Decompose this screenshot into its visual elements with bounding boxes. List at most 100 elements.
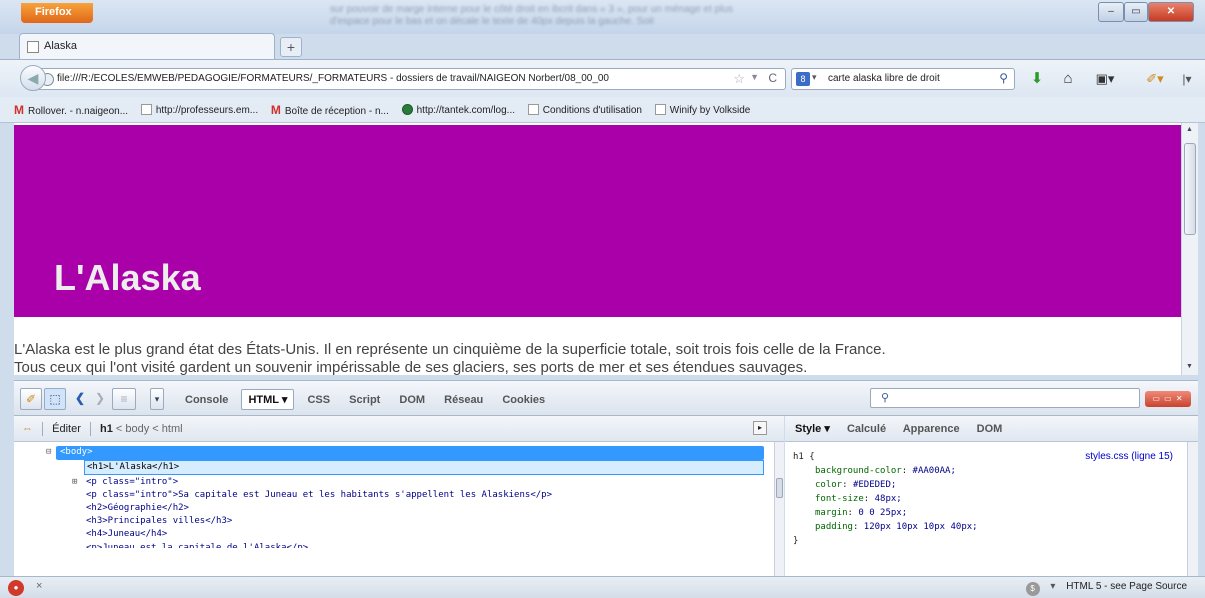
css-source-link[interactable]: styles.css (ligne 15): [1085, 450, 1173, 464]
tree-node-h1[interactable]: <h1>L'Alaska</h1>: [84, 460, 764, 475]
page-icon: [654, 104, 666, 115]
search-icon: ⚲: [881, 392, 890, 404]
background-window-text: sur pouvoir de marge interne pour le côt…: [330, 4, 734, 27]
scroll-down-icon[interactable]: ▼: [1186, 363, 1193, 370]
css-declaration[interactable]: background-color: #AA00AA;: [793, 464, 1183, 478]
tab-dom[interactable]: DOM: [393, 391, 431, 409]
scroll-up-icon[interactable]: ▲: [1186, 126, 1193, 133]
tree-node-body[interactable]: <body>: [56, 446, 764, 460]
search-engine-dropdown-icon[interactable]: ▾: [812, 72, 817, 83]
tab-network[interactable]: Réseau: [438, 391, 489, 409]
dropdown-arrow-icon[interactable]: ▼: [750, 72, 759, 82]
breadcrumb-path[interactable]: < body < html: [113, 423, 183, 435]
inspect-icon[interactable]: ⬚: [44, 388, 66, 410]
dollar-icon[interactable]: $: [1025, 582, 1040, 596]
close-firebug-button[interactable]: ×: [36, 580, 42, 592]
bookmark-item[interactable]: M Rollover. - n.naigeon...: [14, 103, 128, 117]
options-icon[interactable]: ▸: [753, 421, 767, 435]
panel-menu-icon[interactable]: ▾: [150, 388, 164, 410]
tree-node-h3[interactable]: <h3>Principales villes</h3>: [86, 515, 232, 528]
bookmarks-menu-icon[interactable]: ▣▾: [1090, 70, 1120, 88]
home-icon[interactable]: ⌂: [1058, 70, 1078, 88]
dom-tree: ⊟ <body> <h1>L'Alaska</h1> ⊞ <p class="i…: [14, 442, 774, 576]
minimize-button[interactable]: –: [1098, 2, 1124, 22]
tree-node-p[interactable]: <p class="intro">: [86, 476, 178, 489]
tab-script[interactable]: Script: [343, 391, 386, 409]
firefox-menu-button[interactable]: Firefox: [21, 3, 93, 23]
back-button[interactable]: ◀: [20, 65, 46, 91]
search-text: carte alaska libre de droit: [828, 73, 940, 84]
scrollbar-thumb[interactable]: [1184, 143, 1196, 235]
tab-css[interactable]: CSS: [301, 391, 336, 409]
firebug-window-controls[interactable]: ▭ ▭ ✕: [1145, 391, 1191, 407]
html5-validator-text[interactable]: HTML 5 - see Page Source: [1066, 581, 1187, 592]
tab-title: Alaska: [44, 40, 78, 52]
panel-list-icon[interactable]: ≡: [112, 388, 136, 410]
tree-node-h2[interactable]: <h2>Géographie</h2>: [86, 502, 189, 515]
firebug-icon[interactable]: ✐: [20, 388, 42, 410]
page-header: L'Alaska: [14, 125, 1181, 317]
next-icon[interactable]: ❯: [90, 388, 110, 410]
close-window-button[interactable]: ✕: [1148, 2, 1194, 22]
firebug-toolbar-icon[interactable]: ✐▾: [1140, 70, 1170, 88]
bookmark-label: http://professeurs.em...: [155, 105, 259, 116]
style-panel: Style ▾ Calculé Apparence DOM h1 { style…: [785, 416, 1198, 576]
search-bar[interactable]: 8 ▾ carte alaska libre de droit ⚲: [791, 68, 1015, 90]
browser-tab-alaska[interactable]: Alaska: [19, 33, 275, 59]
tab-computed[interactable]: Calculé: [847, 423, 886, 435]
bookmark-item[interactable]: M Boîte de réception - n...: [271, 103, 389, 117]
magnifier-icon[interactable]: ⚲: [999, 71, 1008, 85]
css-declaration[interactable]: padding: 120px 10px 10px 40px;: [793, 520, 1183, 534]
firebug-status-icon[interactable]: ●: [8, 580, 24, 596]
download-icon[interactable]: ⬇: [1027, 70, 1047, 88]
bookmarks-toolbar: M Rollover. - n.naigeon... http://profess…: [0, 97, 1205, 123]
tab-html[interactable]: HTML ▾: [241, 389, 295, 410]
tab-layout[interactable]: Apparence: [903, 423, 960, 435]
collapse-icon[interactable]: ⊟: [46, 446, 51, 459]
edit-button[interactable]: Éditer: [52, 423, 81, 435]
url-bar[interactable]: file:///R:/ECOLES/EMWEB/PEDAGOGIE/FORMAT…: [36, 68, 786, 90]
dropdown-arrow-icon[interactable]: ▾: [1050, 581, 1055, 592]
intro-line-1: L'Alaska est le plus grand état des État…: [14, 341, 886, 358]
tree-node-p-partial[interactable]: <p>Juneau est la capitale de l'Alaska</p…: [86, 542, 308, 548]
html-panel: ⇔ Éditer h1 < body < html ▸ ⊟ <body> <h1…: [14, 416, 784, 576]
css-declaration[interactable]: font-size: 48px;: [793, 492, 1183, 506]
previous-icon[interactable]: ❮: [70, 388, 90, 410]
tree-node-h4[interactable]: <h4>Juneau</h4>: [86, 528, 167, 541]
page-heading: L'Alaska: [54, 257, 201, 298]
bookmark-item[interactable]: Conditions d'utilisation: [527, 104, 642, 116]
reload-icon[interactable]: C: [768, 71, 777, 85]
page-content: L'Alaska L'Alaska est le plus grand état…: [14, 123, 1181, 375]
tab-dom-style[interactable]: DOM: [977, 423, 1003, 435]
star-icon[interactable]: ☆: [733, 71, 745, 87]
status-bar: ● × $ ▾ HTML 5 - see Page Source: [0, 576, 1205, 598]
bookmark-label: Boîte de réception - n...: [284, 106, 389, 117]
css-declaration[interactable]: margin: 0 0 25px;: [793, 506, 1183, 520]
new-tab-button[interactable]: +: [280, 37, 302, 57]
breadcrumb: ⇔ Éditer h1 < body < html ▸: [14, 416, 784, 442]
bookmark-label: Rollover. - n.naigeon...: [28, 106, 129, 117]
breadcrumb-h1[interactable]: h1: [100, 423, 113, 435]
page-icon: [140, 104, 152, 115]
tab-console[interactable]: Console: [179, 391, 234, 409]
expand-icon[interactable]: ⊞: [72, 476, 77, 489]
navigation-bar: file:///R:/ECOLES/EMWEB/PEDAGOGIE/FORMAT…: [0, 59, 1205, 97]
bookmark-item[interactable]: Winify by Volkside: [654, 104, 750, 116]
scrollbar-thumb[interactable]: [776, 478, 783, 498]
css-declaration[interactable]: color: #EDEDED;: [793, 478, 1183, 492]
tab-cookies[interactable]: Cookies: [496, 391, 551, 409]
gmail-icon: M: [270, 103, 281, 117]
expand-panel-icon[interactable]: ⇔: [22, 423, 33, 435]
bookmark-item[interactable]: http://professeurs.em...: [140, 104, 259, 116]
firebug-search-input[interactable]: ⚲: [870, 388, 1140, 408]
tree-node-p[interactable]: <p class="intro">Sa capitale est Juneau …: [86, 489, 552, 502]
style-scrollbar[interactable]: [1187, 442, 1198, 576]
bookmark-item[interactable]: http://tantek.com/log...: [401, 104, 515, 116]
gmail-icon: M: [14, 103, 24, 117]
maximize-button[interactable]: ▭: [1124, 2, 1148, 22]
page-scrollbar[interactable]: ▲ ▼: [1181, 123, 1198, 375]
tab-style[interactable]: Style ▾: [795, 423, 830, 435]
google-icon[interactable]: 8: [796, 72, 810, 86]
toolbar-overflow-icon[interactable]: |▾: [1180, 70, 1194, 88]
tree-scrollbar[interactable]: [774, 442, 784, 576]
